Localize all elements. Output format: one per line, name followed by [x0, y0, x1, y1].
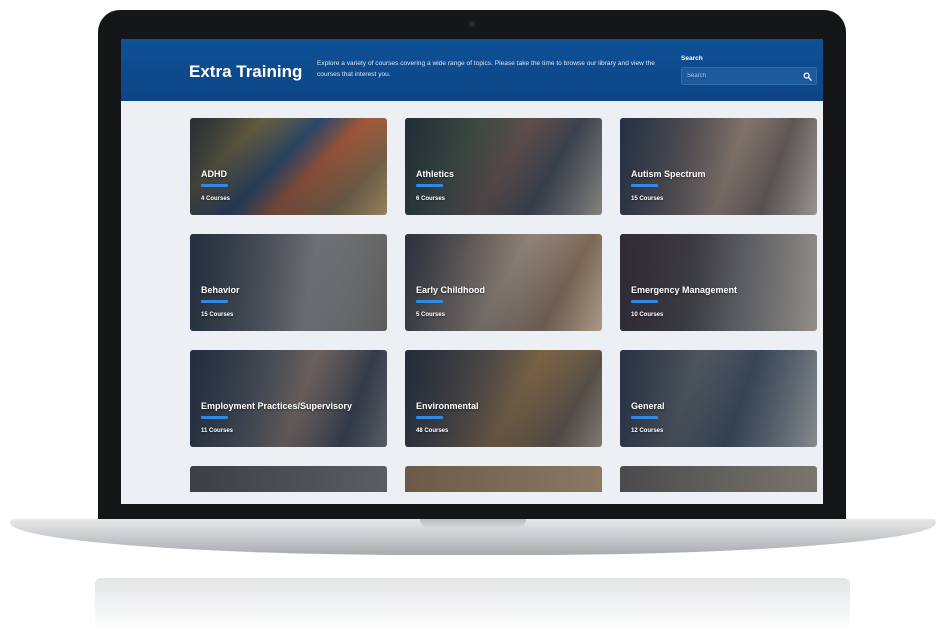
search-icon[interactable]	[803, 72, 812, 81]
category-title: Autism Spectrum	[631, 169, 706, 179]
search-box[interactable]	[681, 67, 817, 85]
category-title: Employment Practices/Supervisory	[201, 401, 353, 411]
category-title: Emergency Management	[631, 285, 738, 295]
category-card-emergency-management[interactable]: Emergency Management 10 Courses	[620, 234, 817, 331]
category-card-partial[interactable]	[405, 466, 602, 492]
category-card-general[interactable]: General 12 Courses	[620, 350, 817, 447]
accent-bar	[416, 184, 443, 187]
page-title: Extra Training	[189, 62, 303, 81]
accent-bar	[201, 184, 228, 187]
category-title: General	[631, 401, 665, 411]
category-image	[405, 466, 602, 492]
category-title: Environmental	[416, 401, 479, 411]
accent-bar	[416, 416, 443, 419]
search-label: Search	[681, 55, 703, 62]
category-title: Early Childhood	[416, 285, 486, 295]
page-description: Explore a variety of courses covering a …	[317, 60, 655, 78]
category-title: Athletics	[416, 169, 455, 179]
accent-bar	[201, 416, 228, 419]
laptop-base	[10, 519, 936, 555]
course-count: 10 Courses	[631, 312, 664, 318]
course-count: 11 Courses	[201, 428, 234, 434]
course-count: 4 Courses	[201, 196, 231, 202]
category-card-autism-spectrum[interactable]: Autism Spectrum 15 Courses	[620, 118, 817, 215]
accent-bar	[631, 416, 658, 419]
laptop-reflection	[95, 578, 850, 632]
course-count: 48 Courses	[416, 428, 449, 434]
course-count: 12 Courses	[631, 428, 664, 434]
category-title: Behavior	[201, 285, 240, 295]
accent-bar	[631, 184, 658, 187]
search-input[interactable]	[687, 70, 795, 82]
camera-icon	[469, 21, 475, 27]
category-card-adhd[interactable]: ADHD 4 Courses	[190, 118, 387, 215]
course-count: 6 Courses	[416, 196, 446, 202]
category-card-early-childhood[interactable]: Early Childhood 5 Courses	[405, 234, 602, 331]
laptop-lid: Extra Training Explore a variety of cour…	[98, 10, 846, 520]
category-card-employment-practices-supervisory[interactable]: Employment Practices/Supervisory 11 Cour…	[190, 350, 387, 447]
course-count: 15 Courses	[631, 196, 664, 202]
accent-bar	[631, 300, 658, 303]
course-count: 15 Courses	[201, 312, 234, 318]
laptop-mockup: Extra Training Explore a variety of cour…	[0, 0, 946, 640]
accent-bar	[201, 300, 228, 303]
accent-bar	[416, 300, 443, 303]
category-image	[620, 466, 817, 492]
course-count: 5 Courses	[416, 312, 446, 318]
laptop-screen: Extra Training Explore a variety of cour…	[121, 39, 823, 504]
page-header: Extra Training Explore a variety of cour…	[121, 39, 823, 101]
category-image	[190, 466, 387, 492]
category-card-partial[interactable]	[620, 466, 817, 492]
category-card-environmental[interactable]: Environmental 48 Courses	[405, 350, 602, 447]
category-title: ADHD	[201, 169, 227, 179]
laptop-opening-notch	[420, 519, 526, 528]
category-card-behavior[interactable]: Behavior 15 Courses	[190, 234, 387, 331]
category-card-athletics[interactable]: Athletics 6 Courses	[405, 118, 602, 215]
category-card-partial[interactable]	[190, 466, 387, 492]
